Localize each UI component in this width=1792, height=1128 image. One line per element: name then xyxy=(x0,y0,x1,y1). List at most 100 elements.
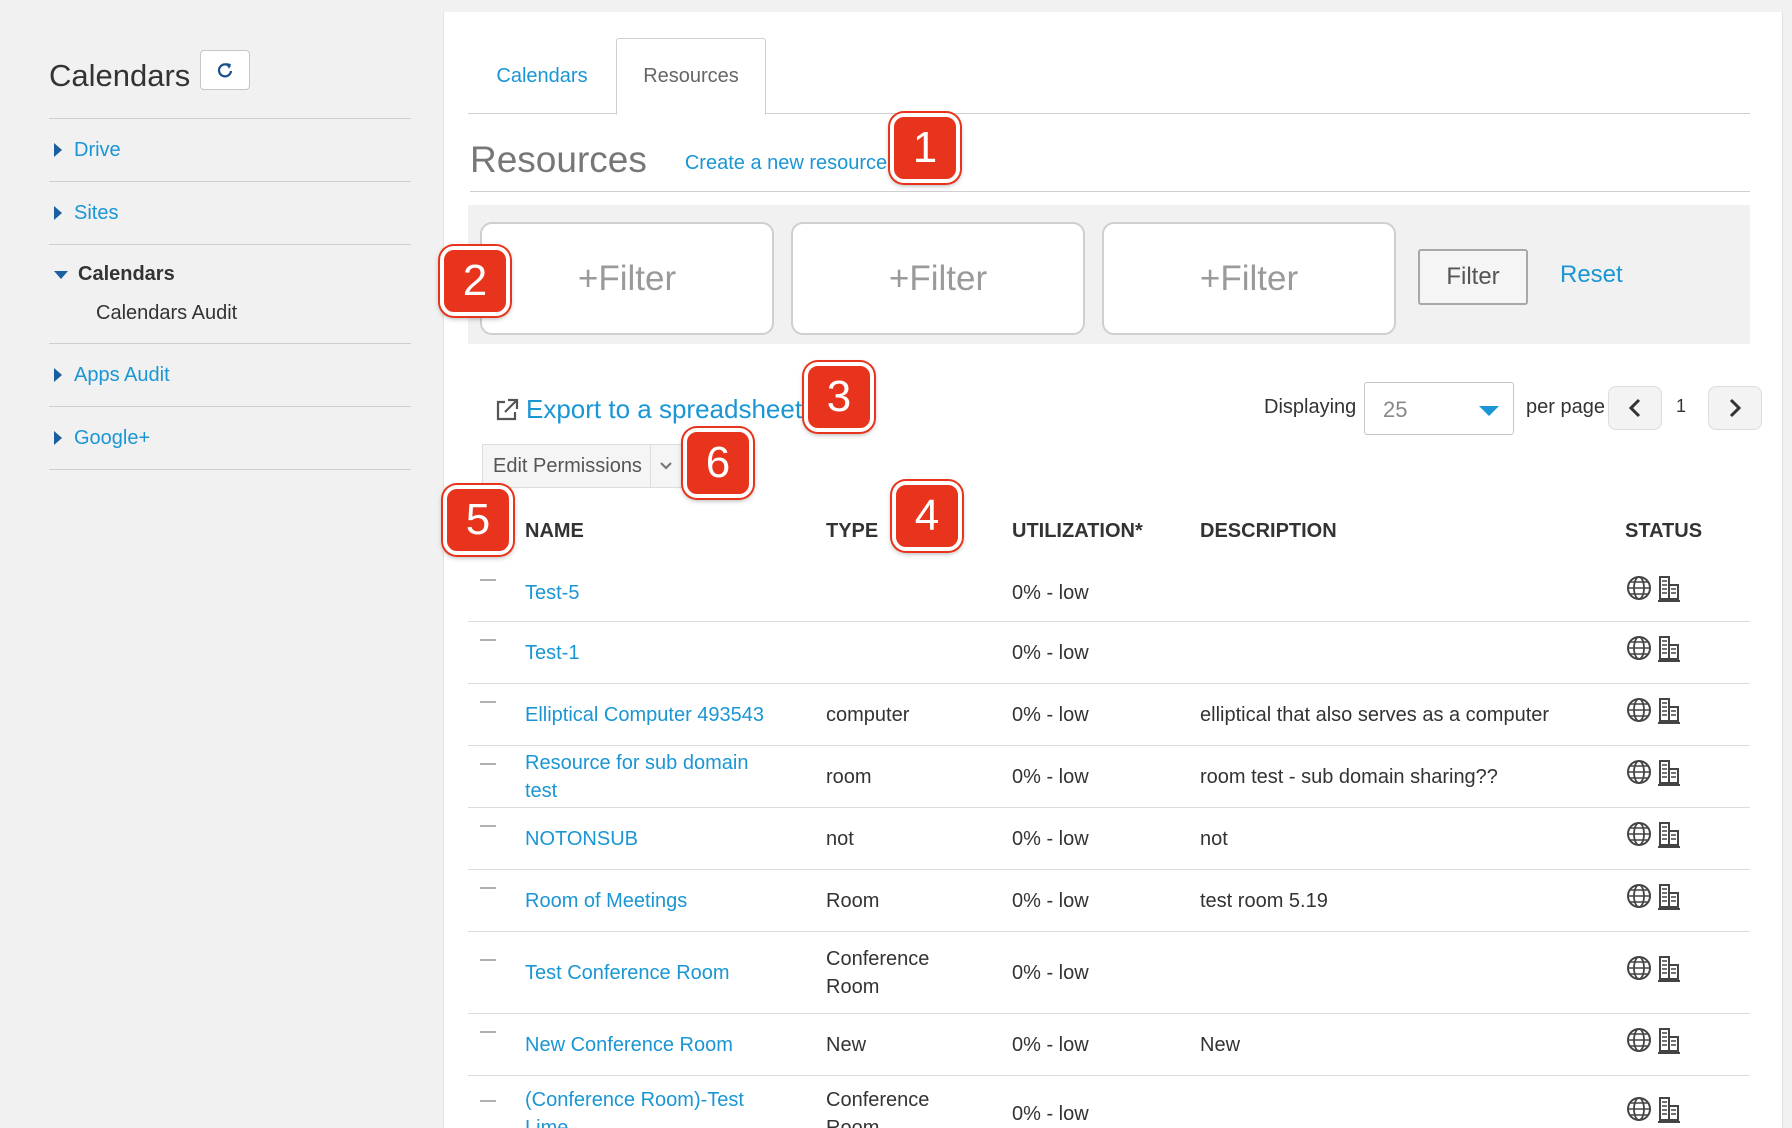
row-checkbox[interactable] xyxy=(480,1031,496,1033)
building-icon xyxy=(1658,1027,1680,1063)
next-page-button[interactable] xyxy=(1708,386,1762,430)
globe-icon xyxy=(1626,955,1652,991)
resource-status xyxy=(1626,575,1680,611)
row-checkbox[interactable] xyxy=(480,763,496,765)
globe-icon xyxy=(1626,635,1652,671)
building-icon xyxy=(1658,697,1680,733)
collapse-arrow-icon xyxy=(54,270,68,279)
table-header-row: NAME TYPE UTILIZATION* DESCRIPTION STATU… xyxy=(468,512,1750,564)
sidebar-header: Calendars xyxy=(49,40,411,112)
resource-name-link[interactable]: Resource for sub domain test xyxy=(525,749,785,805)
filter-box-3[interactable]: +Filter xyxy=(1102,222,1396,335)
dropdown-arrow-icon xyxy=(1479,406,1499,416)
resource-type: New xyxy=(826,1034,867,1056)
displaying-label: Displaying xyxy=(1264,396,1357,418)
building-icon xyxy=(1658,575,1680,611)
resource-name-link[interactable]: New Conference Room xyxy=(525,1031,785,1059)
callout-4: 4 xyxy=(892,481,962,551)
resource-status xyxy=(1626,821,1680,857)
export-label: Export to a spreadsheet xyxy=(526,394,803,424)
sidebar-item-sites[interactable]: Sites xyxy=(49,182,411,245)
row-checkbox[interactable] xyxy=(480,825,496,827)
sidebar-item-label: Apps Audit xyxy=(74,363,170,386)
per-page-select[interactable]: 25 xyxy=(1364,382,1514,435)
resource-name-link[interactable]: Test-5 xyxy=(525,579,785,607)
table-row: Test-1 0% - low xyxy=(468,622,1750,684)
tab-bar: Calendars Resources xyxy=(468,38,1750,115)
resource-utilization: 0% - low xyxy=(1012,582,1089,604)
column-header-name[interactable]: NAME xyxy=(525,520,584,543)
sidebar: Calendars Drive Sites Calendars Calendar… xyxy=(49,40,411,470)
resource-type: Conference Room xyxy=(826,1089,930,1128)
refresh-button[interactable] xyxy=(200,50,251,90)
globe-icon xyxy=(1626,697,1652,733)
resource-type: Conference Room xyxy=(826,948,930,998)
sidebar-subitem-calendars-audit[interactable]: Calendars Audit xyxy=(96,302,237,325)
column-header-type[interactable]: TYPE xyxy=(826,520,878,543)
resource-name-link[interactable]: Room of Meetings xyxy=(525,887,785,915)
resource-utilization: 0% - low xyxy=(1012,704,1089,726)
row-checkbox[interactable] xyxy=(480,579,496,581)
resource-utilization: 0% - low xyxy=(1012,828,1089,850)
chevron-down-icon[interactable] xyxy=(651,461,681,471)
resource-name-link[interactable]: Elliptical Computer 493543 xyxy=(525,701,785,729)
resource-description: not xyxy=(1200,828,1228,850)
tab-resources[interactable]: Resources xyxy=(616,38,766,115)
sidebar-item-google-plus[interactable]: Google+ xyxy=(49,407,411,470)
edit-permissions-dropdown[interactable]: Edit Permissions xyxy=(482,444,682,488)
building-icon xyxy=(1658,883,1680,919)
resource-description: test room 5.19 xyxy=(1200,890,1328,912)
resource-type: Room xyxy=(826,890,880,912)
previous-page-button[interactable] xyxy=(1608,386,1662,430)
filter-box-2[interactable]: +Filter xyxy=(791,222,1085,335)
column-header-status[interactable]: STATUS xyxy=(1625,520,1702,543)
building-icon xyxy=(1658,821,1680,857)
resource-description: room test - sub domain sharing?? xyxy=(1200,766,1498,788)
filter-box-1[interactable]: +Filter xyxy=(480,222,774,335)
resource-name-link[interactable]: NOTONSUB xyxy=(525,825,785,853)
filter-button[interactable]: Filter xyxy=(1418,249,1528,305)
page-title: Resources xyxy=(470,138,647,180)
table-row: Test-5 0% - low xyxy=(468,564,1750,622)
sidebar-item-calendars-toggle[interactable]: Calendars xyxy=(54,263,175,286)
resource-utilization: 0% - low xyxy=(1012,962,1089,984)
row-checkbox[interactable] xyxy=(480,959,496,961)
resource-name-link[interactable]: Test Conference Room xyxy=(525,959,785,987)
resource-utilization: 0% - low xyxy=(1012,1103,1089,1125)
create-resource-link[interactable]: Create a new resource xyxy=(685,152,887,175)
sidebar-item-apps-audit[interactable]: Apps Audit xyxy=(49,344,411,407)
row-checkbox[interactable] xyxy=(480,701,496,703)
resource-utilization: 0% - low xyxy=(1012,890,1089,912)
chevron-right-icon xyxy=(1729,398,1742,418)
callout-5: 5 xyxy=(443,485,513,555)
row-checkbox[interactable] xyxy=(480,887,496,889)
column-header-utilization[interactable]: UTILIZATION* xyxy=(1012,520,1143,543)
table-row: NOTONSUB not 0% - low not xyxy=(468,808,1750,870)
export-spreadsheet-link[interactable]: Export to a spreadsheet xyxy=(494,394,802,425)
filter-bar: +Filter +Filter +Filter Filter Reset xyxy=(468,205,1750,344)
row-checkbox[interactable] xyxy=(480,1100,496,1102)
tab-calendars[interactable]: Calendars xyxy=(468,38,616,114)
resource-name-link[interactable]: Test-1 xyxy=(525,639,785,667)
table-row: (Conference Room)-Test Lime... Conference… xyxy=(468,1076,1750,1128)
resource-name-link[interactable]: (Conference Room)-Test Lime... xyxy=(525,1086,785,1128)
resource-status xyxy=(1626,955,1680,991)
table-body: Test-5 0% - low Test-1 0% - low Elliptical C… xyxy=(468,564,1750,1128)
globe-icon xyxy=(1626,1096,1652,1128)
resources-header: Resources Create a new resource xyxy=(470,128,1750,192)
reset-link[interactable]: Reset xyxy=(1560,261,1623,289)
row-checkbox[interactable] xyxy=(480,639,496,641)
sidebar-item-drive[interactable]: Drive xyxy=(49,119,411,182)
edit-permissions-label: Edit Permissions xyxy=(483,445,652,487)
resource-status xyxy=(1626,883,1680,919)
table-row: Room of Meetings Room 0% - low test room 5.… xyxy=(468,870,1750,932)
globe-icon xyxy=(1626,821,1652,857)
resource-status xyxy=(1626,697,1680,733)
sidebar-nav: Drive Sites Calendars Calendars Audit Ap… xyxy=(49,118,411,470)
resource-description: New xyxy=(1200,1034,1241,1056)
sidebar-title: Calendars xyxy=(49,58,191,93)
sidebar-item-label: Drive xyxy=(74,138,121,161)
column-header-description[interactable]: DESCRIPTION xyxy=(1200,520,1337,543)
expand-arrow-icon xyxy=(54,368,62,382)
resource-utilization: 0% - low xyxy=(1012,642,1089,664)
